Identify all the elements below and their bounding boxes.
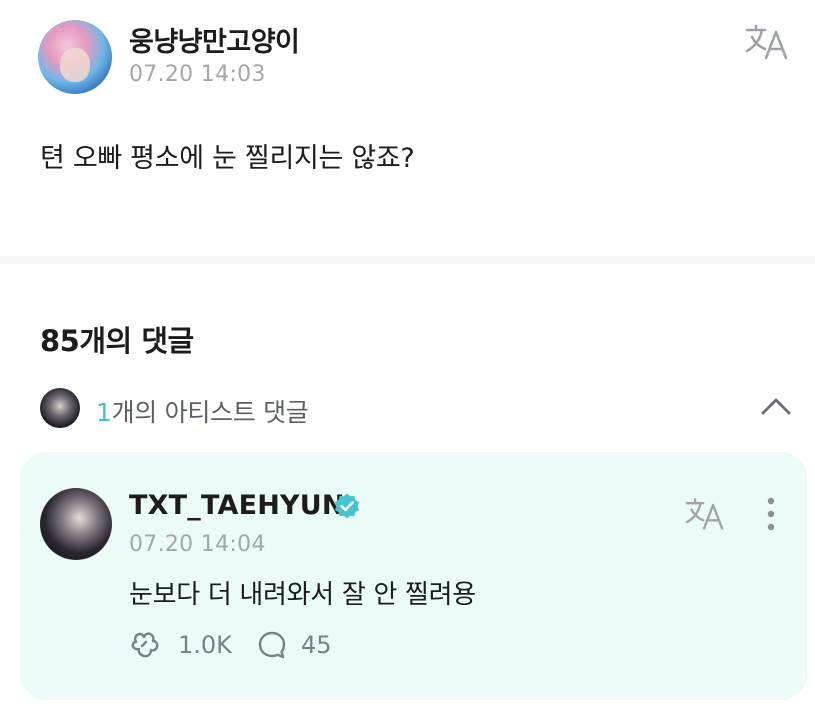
artist-avatar-small — [40, 388, 80, 428]
reply-icon[interactable] — [257, 630, 287, 660]
verified-badge-icon — [334, 493, 360, 519]
post-author-avatar[interactable] — [38, 20, 112, 94]
comment-timestamp: 07.20 14:04 — [129, 532, 266, 557]
comment-text: 눈보다 더 내려와서 잘 안 찔려용 — [129, 580, 476, 610]
like-count: 1.0K — [178, 631, 232, 659]
post-author-name[interactable]: 웅냥냥만고양이 — [129, 20, 300, 59]
comment-author-name[interactable]: TXT_TAEHYUN — [129, 490, 345, 521]
translate-icon[interactable] — [684, 496, 726, 532]
more-options-icon[interactable] — [764, 496, 778, 532]
post-body-text: 텬 오빠 평소에 눈 찔리지는 않죠? — [40, 143, 415, 174]
artist-comments-count: 1 — [96, 398, 112, 427]
artist-comments-toggle[interactable]: 1개의 아티스트 댓글 — [0, 382, 815, 436]
section-divider — [0, 256, 815, 264]
comments-heading: 85개의 댓글 — [40, 324, 194, 358]
artist-comment-card: TXT_TAEHYUN 07.20 14:04 눈보다 더 내려와서 잘 안 찔… — [20, 452, 807, 700]
comment-author-avatar[interactable] — [40, 488, 112, 560]
post-timestamp: 07.20 14:03 — [129, 62, 266, 87]
translate-icon[interactable] — [744, 22, 790, 62]
like-icon[interactable] — [128, 628, 162, 662]
reply-count: 45 — [301, 631, 332, 659]
chevron-up-icon[interactable] — [760, 394, 792, 418]
artist-comments-label: 1개의 아티스트 댓글 — [96, 393, 309, 429]
artist-comments-label-text: 개의 아티스트 댓글 — [111, 398, 309, 427]
